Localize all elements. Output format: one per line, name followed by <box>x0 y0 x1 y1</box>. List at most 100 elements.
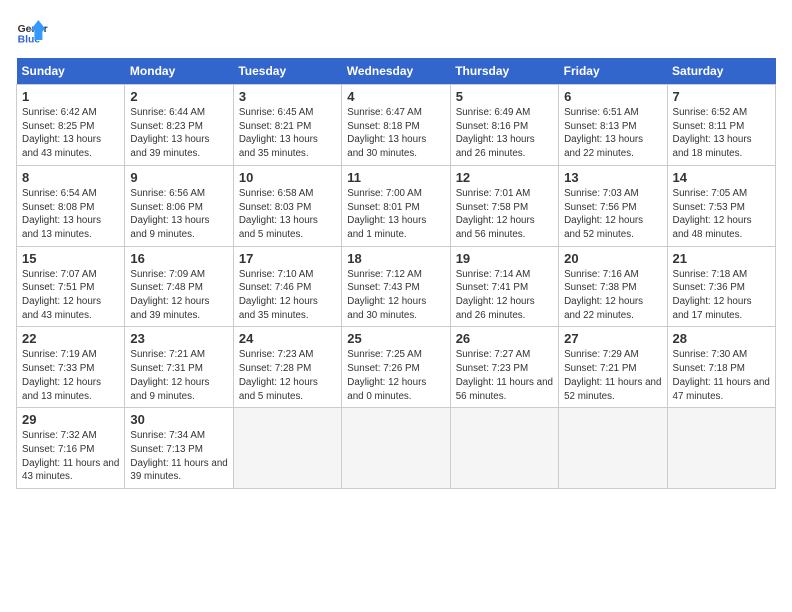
day-info: Sunrise: 7:30 AM Sunset: 7:18 PM Dayligh… <box>673 348 770 403</box>
day-info: Sunrise: 6:58 AM Sunset: 8:03 PM Dayligh… <box>239 187 336 242</box>
calendar-cell: 10 Sunrise: 6:58 AM Sunset: 8:03 PM Dayli… <box>233 165 341 246</box>
day-number: 3 <box>239 89 336 104</box>
week-row-5: 29 Sunrise: 7:32 AM Sunset: 7:16 PM Dayli… <box>17 408 776 489</box>
week-row-4: 22 Sunrise: 7:19 AM Sunset: 7:33 PM Dayli… <box>17 327 776 408</box>
day-number: 26 <box>456 331 553 346</box>
day-info: Sunrise: 6:56 AM Sunset: 8:06 PM Dayligh… <box>130 187 227 242</box>
day-number: 2 <box>130 89 227 104</box>
calendar-cell: 13Sunrise: 7:03 AM Sunset: 7:56 PM Dayli… <box>559 165 667 246</box>
day-info: Sunrise: 7:29 AM Sunset: 7:21 PM Dayligh… <box>564 348 661 403</box>
day-number: 20 <box>564 251 661 266</box>
day-info: Sunrise: 7:01 AM Sunset: 7:58 PM Dayligh… <box>456 187 553 242</box>
day-number: 18 <box>347 251 444 266</box>
calendar-cell: 24 Sunrise: 7:23 AM Sunset: 7:28 PM Dayli… <box>233 327 341 408</box>
calendar-cell: 15 Sunrise: 7:07 AM Sunset: 7:51 PM Dayli… <box>17 246 125 327</box>
calendar-cell: 27Sunrise: 7:29 AM Sunset: 7:21 PM Dayli… <box>559 327 667 408</box>
calendar-cell: 30Sunrise: 7:34 AM Sunset: 7:13 PM Dayli… <box>125 408 233 489</box>
calendar-cell: 2 Sunrise: 6:44 AM Sunset: 8:23 PM Daylig… <box>125 85 233 166</box>
calendar-cell: 7 Sunrise: 6:52 AM Sunset: 8:11 PM Daylig… <box>667 85 775 166</box>
day-number: 1 <box>22 89 119 104</box>
day-number: 29 <box>22 412 119 427</box>
calendar-cell: 21 Sunrise: 7:18 AM Sunset: 7:36 PM Dayli… <box>667 246 775 327</box>
weekday-saturday: Saturday <box>667 58 775 85</box>
logo-icon: General Blue <box>16 16 48 48</box>
day-info: Sunrise: 6:45 AM Sunset: 8:21 PM Dayligh… <box>239 106 336 161</box>
calendar-cell: 18 Sunrise: 7:12 AM Sunset: 7:43 PM Dayli… <box>342 246 450 327</box>
day-info: Sunrise: 6:44 AM Sunset: 8:23 PM Dayligh… <box>130 106 227 161</box>
day-info: Sunrise: 7:21 AM Sunset: 7:31 PM Dayligh… <box>130 348 227 403</box>
day-number: 12 <box>456 170 553 185</box>
day-info: Sunrise: 7:12 AM Sunset: 7:43 PM Dayligh… <box>347 268 444 323</box>
calendar-cell: 23Sunrise: 7:21 AM Sunset: 7:31 PM Dayli… <box>125 327 233 408</box>
calendar-cell: 16 Sunrise: 7:09 AM Sunset: 7:48 PM Dayli… <box>125 246 233 327</box>
day-info: Sunrise: 7:16 AM Sunset: 7:38 PM Dayligh… <box>564 268 661 323</box>
day-info: Sunrise: 7:25 AM Sunset: 7:26 PM Dayligh… <box>347 348 444 403</box>
weekday-tuesday: Tuesday <box>233 58 341 85</box>
calendar-cell: 8 Sunrise: 6:54 AM Sunset: 8:08 PM Daylig… <box>17 165 125 246</box>
day-number: 21 <box>673 251 770 266</box>
calendar-cell: 5 Sunrise: 6:49 AM Sunset: 8:16 PM Daylig… <box>450 85 558 166</box>
weekday-monday: Monday <box>125 58 233 85</box>
day-number: 4 <box>347 89 444 104</box>
day-info: Sunrise: 7:32 AM Sunset: 7:16 PM Dayligh… <box>22 429 119 484</box>
calendar-cell: 4 Sunrise: 6:47 AM Sunset: 8:18 PM Daylig… <box>342 85 450 166</box>
day-info: Sunrise: 6:54 AM Sunset: 8:08 PM Dayligh… <box>22 187 119 242</box>
day-info: Sunrise: 6:42 AM Sunset: 8:25 PM Dayligh… <box>22 106 119 161</box>
calendar-cell <box>667 408 775 489</box>
calendar-cell <box>233 408 341 489</box>
day-info: Sunrise: 7:00 AM Sunset: 8:01 PM Dayligh… <box>347 187 444 242</box>
calendar-cell: 20 Sunrise: 7:16 AM Sunset: 7:38 PM Dayli… <box>559 246 667 327</box>
day-number: 5 <box>456 89 553 104</box>
week-row-2: 8 Sunrise: 6:54 AM Sunset: 8:08 PM Daylig… <box>17 165 776 246</box>
day-number: 6 <box>564 89 661 104</box>
day-info: Sunrise: 7:03 AM Sunset: 7:56 PM Dayligh… <box>564 187 661 242</box>
day-info: Sunrise: 6:51 AM Sunset: 8:13 PM Dayligh… <box>564 106 661 161</box>
logo: General Blue <box>16 16 52 48</box>
day-number: 14 <box>673 170 770 185</box>
day-info: Sunrise: 6:47 AM Sunset: 8:18 PM Dayligh… <box>347 106 444 161</box>
calendar-cell: 14 Sunrise: 7:05 AM Sunset: 7:53 PM Dayli… <box>667 165 775 246</box>
calendar-cell: 26 Sunrise: 7:27 AM Sunset: 7:23 PM Dayli… <box>450 327 558 408</box>
calendar-cell: 29 Sunrise: 7:32 AM Sunset: 7:16 PM Dayli… <box>17 408 125 489</box>
day-info: Sunrise: 7:23 AM Sunset: 7:28 PM Dayligh… <box>239 348 336 403</box>
day-number: 11 <box>347 170 444 185</box>
day-number: 7 <box>673 89 770 104</box>
day-number: 22 <box>22 331 119 346</box>
day-number: 16 <box>130 251 227 266</box>
calendar-cell: 17 Sunrise: 7:10 AM Sunset: 7:46 PM Dayli… <box>233 246 341 327</box>
day-number: 24 <box>239 331 336 346</box>
calendar-cell: 25 Sunrise: 7:25 AM Sunset: 7:26 PM Dayli… <box>342 327 450 408</box>
calendar-cell: 28 Sunrise: 7:30 AM Sunset: 7:18 PM Dayli… <box>667 327 775 408</box>
calendar-cell: 12 Sunrise: 7:01 AM Sunset: 7:58 PM Dayli… <box>450 165 558 246</box>
day-info: Sunrise: 7:07 AM Sunset: 7:51 PM Dayligh… <box>22 268 119 323</box>
day-number: 9 <box>130 170 227 185</box>
weekday-sunday: Sunday <box>17 58 125 85</box>
day-number: 28 <box>673 331 770 346</box>
page-header: General Blue <box>16 16 776 48</box>
day-info: Sunrise: 7:09 AM Sunset: 7:48 PM Dayligh… <box>130 268 227 323</box>
day-info: Sunrise: 7:27 AM Sunset: 7:23 PM Dayligh… <box>456 348 553 403</box>
calendar-cell: 19Sunrise: 7:14 AM Sunset: 7:41 PM Dayli… <box>450 246 558 327</box>
calendar-cell <box>342 408 450 489</box>
calendar-cell: 1 Sunrise: 6:42 AM Sunset: 8:25 PM Daylig… <box>17 85 125 166</box>
day-info: Sunrise: 7:10 AM Sunset: 7:46 PM Dayligh… <box>239 268 336 323</box>
calendar-cell: 6 Sunrise: 6:51 AM Sunset: 8:13 PM Daylig… <box>559 85 667 166</box>
day-info: Sunrise: 7:05 AM Sunset: 7:53 PM Dayligh… <box>673 187 770 242</box>
day-info: Sunrise: 6:52 AM Sunset: 8:11 PM Dayligh… <box>673 106 770 161</box>
calendar-table: SundayMondayTuesdayWednesdayThursdayFrid… <box>16 58 776 489</box>
calendar-cell: 22 Sunrise: 7:19 AM Sunset: 7:33 PM Dayli… <box>17 327 125 408</box>
calendar-body: 1 Sunrise: 6:42 AM Sunset: 8:25 PM Daylig… <box>17 85 776 489</box>
day-number: 8 <box>22 170 119 185</box>
day-info: Sunrise: 7:18 AM Sunset: 7:36 PM Dayligh… <box>673 268 770 323</box>
weekday-header-row: SundayMondayTuesdayWednesdayThursdayFrid… <box>17 58 776 85</box>
day-info: Sunrise: 7:19 AM Sunset: 7:33 PM Dayligh… <box>22 348 119 403</box>
day-number: 15 <box>22 251 119 266</box>
calendar-cell: 9 Sunrise: 6:56 AM Sunset: 8:06 PM Daylig… <box>125 165 233 246</box>
day-number: 25 <box>347 331 444 346</box>
weekday-friday: Friday <box>559 58 667 85</box>
day-info: Sunrise: 7:34 AM Sunset: 7:13 PM Dayligh… <box>130 429 227 484</box>
day-info: Sunrise: 6:49 AM Sunset: 8:16 PM Dayligh… <box>456 106 553 161</box>
day-number: 10 <box>239 170 336 185</box>
day-number: 17 <box>239 251 336 266</box>
calendar-cell <box>559 408 667 489</box>
